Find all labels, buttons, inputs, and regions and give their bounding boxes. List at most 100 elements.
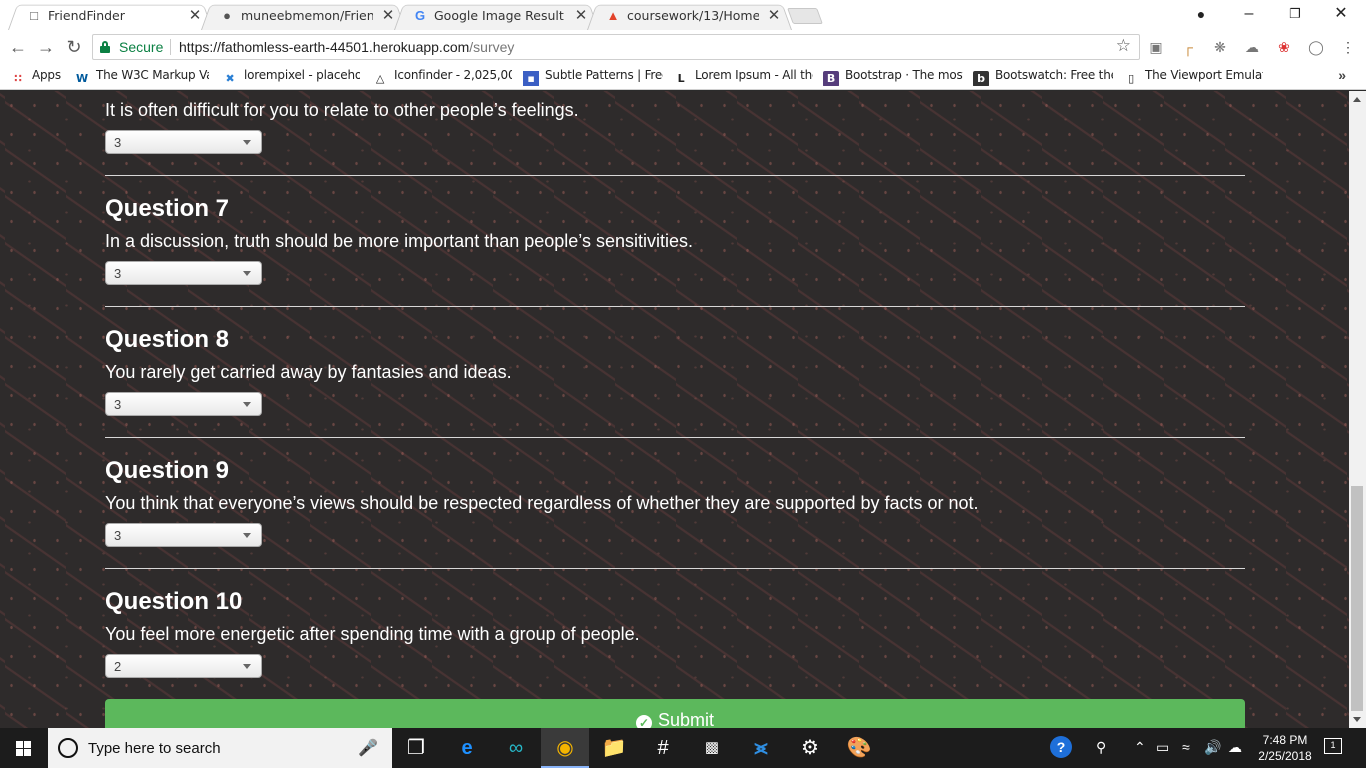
bookmark-lorempixel[interactable]: ✖ lorempixel - placehol bbox=[222, 68, 360, 86]
slack-icon[interactable]: # bbox=[639, 728, 687, 768]
tab-github[interactable]: ● muneebmemon/FriendFi ✕ bbox=[201, 2, 406, 30]
edge-icon[interactable]: e bbox=[443, 728, 491, 768]
bookmark-bootstrap[interactable]: B Bootstrap · The most bbox=[823, 68, 963, 86]
bookmark-lorem-ipsum[interactable]: L Lorem Ipsum - All the bbox=[673, 68, 813, 86]
new-tab-button[interactable] bbox=[787, 8, 823, 24]
close-window-button[interactable]: ✕ bbox=[1318, 0, 1364, 30]
bookmark-subtle-patterns[interactable]: ▪ Subtle Patterns | Free bbox=[523, 68, 663, 86]
divider bbox=[105, 175, 1245, 176]
reload-button[interactable]: ↻ bbox=[62, 36, 86, 58]
notification-count: 1 bbox=[1330, 740, 1336, 750]
forward-button[interactable]: → bbox=[34, 36, 58, 58]
minimize-button[interactable]: – bbox=[1226, 0, 1272, 30]
question-10-title: Question 10 bbox=[105, 588, 243, 615]
chevron-down-icon bbox=[243, 664, 251, 669]
tab-gitlab[interactable]: ▲ coursework/13/Homewo ✕ bbox=[587, 2, 792, 30]
select-value: 3 bbox=[114, 135, 122, 150]
tab-title: Google Image Result for bbox=[434, 8, 566, 23]
extension-bug-icon[interactable]: ❋ bbox=[1211, 38, 1229, 56]
question-9-title: Question 9 bbox=[105, 457, 230, 484]
tab-title: coursework/13/Homewo bbox=[627, 8, 759, 23]
extension-camera-icon[interactable]: ▣ bbox=[1147, 38, 1165, 56]
extension-color-icon[interactable]: ❀ bbox=[1275, 38, 1293, 56]
settings-gear-icon[interactable]: ⚙ bbox=[786, 728, 834, 768]
page-icon: □ bbox=[30, 8, 38, 23]
bootstrap-icon: B bbox=[823, 71, 839, 86]
menu-icon[interactable]: ⋮ bbox=[1339, 38, 1357, 56]
infinity-app-icon[interactable]: ∞ bbox=[492, 728, 540, 768]
start-button[interactable] bbox=[0, 728, 48, 768]
taskbar-search-box[interactable]: Type here to search 🎤 bbox=[48, 728, 392, 768]
restore-button[interactable]: ❐ bbox=[1272, 0, 1318, 30]
tab-title: FriendFinder bbox=[48, 8, 125, 23]
volume-icon[interactable]: 🔊 bbox=[1204, 739, 1221, 756]
url-text[interactable]: https://fathomless-earth-44501.herokuapp… bbox=[179, 39, 514, 55]
bookmark-label: The W3C Markup Val bbox=[96, 68, 209, 82]
submit-button[interactable]: ✓ Submit bbox=[105, 699, 1245, 728]
chevron-down-icon bbox=[243, 140, 251, 145]
file-explorer-icon[interactable]: 📁 bbox=[590, 728, 638, 768]
question-7-select[interactable]: 3 bbox=[105, 261, 262, 285]
bookmark-label: Bootswatch: Free ther bbox=[995, 68, 1113, 82]
windows-taskbar: Type here to search 🎤 ❐ e ∞ ◉ 📁 # ▩ ⪤ ⚙ … bbox=[0, 728, 1366, 768]
bookmarks-bar: ∷ Apps W The W3C Markup Val ✖ lorempixel - … bbox=[0, 64, 1366, 90]
question-9-select[interactable]: 3 bbox=[105, 523, 262, 547]
chrome-icon[interactable]: ◉ bbox=[541, 728, 589, 768]
bookmark-label: Apps bbox=[32, 68, 61, 82]
chevron-down-icon bbox=[243, 271, 251, 276]
profile-icon[interactable]: ● bbox=[1178, 0, 1224, 30]
question-6-select[interactable]: 3 bbox=[105, 130, 262, 154]
question-10-select[interactable]: 2 bbox=[105, 654, 262, 678]
paint-icon[interactable]: 🎨 bbox=[835, 728, 883, 768]
question-7-title: Question 7 bbox=[105, 195, 230, 222]
bookmark-viewport-emulator[interactable]: ▯ The Viewport Emulat bbox=[1123, 68, 1263, 86]
notification-center-icon[interactable]: 1 bbox=[1324, 738, 1342, 754]
help-icon[interactable]: ? bbox=[1050, 736, 1072, 758]
extension-ruler-icon[interactable]: ┌ bbox=[1179, 38, 1197, 56]
chevron-up-icon[interactable]: ⌃ bbox=[1134, 739, 1146, 756]
bookmark-label: Lorem Ipsum - All the bbox=[695, 68, 813, 82]
tab-title: muneebmemon/FriendFi bbox=[241, 8, 373, 23]
lock-icon bbox=[100, 41, 110, 53]
system-clock[interactable]: 7:48 PM 2/25/2018 bbox=[1252, 732, 1318, 764]
scroll-thumb[interactable] bbox=[1351, 486, 1363, 711]
select-value: 2 bbox=[114, 659, 122, 674]
scroll-up-icon[interactable] bbox=[1353, 97, 1361, 102]
tab-strip: □ FriendFinder ✕ ● muneebmemon/FriendFi … bbox=[0, 0, 1366, 30]
people-icon[interactable]: ⚲ bbox=[1096, 739, 1106, 756]
bookmark-bootswatch[interactable]: b Bootswatch: Free ther bbox=[973, 68, 1113, 86]
github-icon: ● bbox=[223, 8, 231, 23]
back-button[interactable]: ← bbox=[6, 36, 30, 58]
question-10-text: You feel more energetic after spending t… bbox=[105, 624, 640, 644]
submit-label: Submit bbox=[657, 710, 715, 728]
viewport-icon: ▯ bbox=[1128, 72, 1134, 85]
more-bookmarks-icon[interactable]: » bbox=[1338, 67, 1346, 83]
question-9-text: You think that everyone’s views should b… bbox=[105, 493, 979, 513]
vscode-icon[interactable]: ⪤ bbox=[737, 728, 785, 768]
divider bbox=[105, 568, 1245, 569]
battery-icon[interactable]: ▭ bbox=[1156, 739, 1169, 756]
terminal-icon[interactable]: ▩ bbox=[688, 728, 736, 768]
tab-google-image[interactable]: G Google Image Result for ✕ bbox=[394, 2, 599, 30]
close-tab-icon[interactable]: ✕ bbox=[766, 6, 782, 24]
microphone-icon[interactable]: 🎤 bbox=[358, 738, 378, 758]
bookmark-w3c[interactable]: W The W3C Markup Val bbox=[74, 68, 209, 86]
question-7-text: In a discussion, truth should be more im… bbox=[105, 231, 693, 251]
gitlab-icon: ▲ bbox=[606, 8, 620, 23]
extension-circle-icon[interactable]: ◯ bbox=[1307, 38, 1325, 56]
wifi-icon[interactable]: ≈ bbox=[1182, 739, 1190, 755]
w3c-icon: W bbox=[76, 72, 88, 85]
bookmark-iconfinder[interactable]: △ Iconfinder - 2,025,00 bbox=[372, 68, 512, 86]
scroll-down-icon[interactable] bbox=[1353, 717, 1361, 722]
address-bar[interactable]: Secure https://fathomless-earth-44501.he… bbox=[92, 34, 1140, 60]
clock-date: 2/25/2018 bbox=[1258, 749, 1312, 763]
extension-cloud-icon[interactable]: ☁ bbox=[1243, 38, 1261, 56]
page-scrollbar[interactable] bbox=[1349, 91, 1366, 728]
bookmark-apps[interactable]: ∷ Apps bbox=[10, 68, 70, 86]
onedrive-cloud-icon[interactable]: ☁ bbox=[1228, 739, 1242, 756]
task-view-icon[interactable]: ❐ bbox=[392, 728, 440, 768]
question-8-select[interactable]: 3 bbox=[105, 392, 262, 416]
url-host: https://fathomless-earth-44501.herokuapp… bbox=[179, 39, 470, 55]
tab-friendfinder[interactable]: □ FriendFinder ✕ bbox=[8, 2, 213, 30]
bookmark-star-icon[interactable]: ☆ bbox=[1116, 36, 1131, 56]
